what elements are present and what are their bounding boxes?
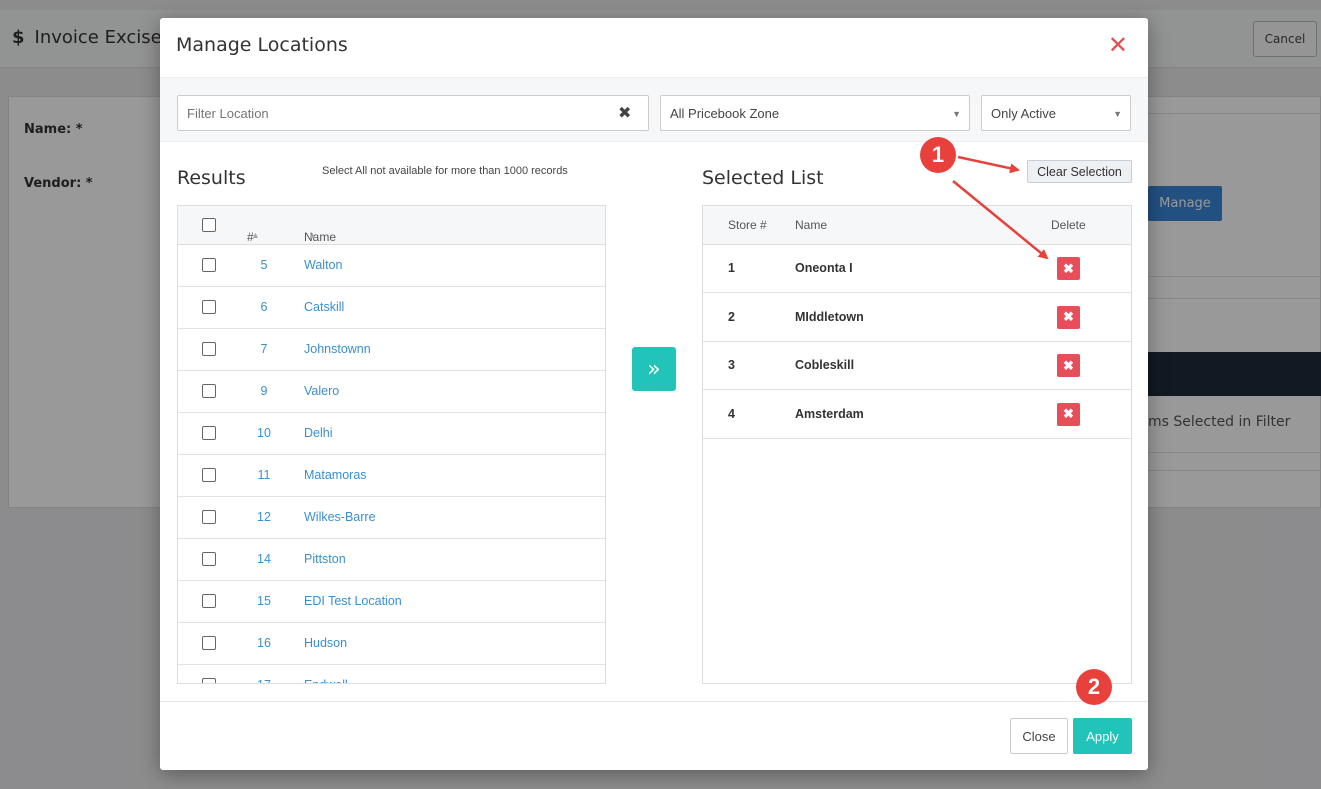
apply-button[interactable]: Apply bbox=[1073, 718, 1132, 754]
sort-icon: ▲︎ bbox=[308, 230, 317, 240]
delete-button[interactable]: ✖ bbox=[1057, 305, 1080, 329]
caret-down-icon: ▼ bbox=[952, 109, 961, 119]
table-row[interactable]: 15 EDI Test Location bbox=[178, 581, 605, 623]
results-table: # ▲︎ Name ▲︎ 5 Walton 6 Catskill 7 Johnstownn 9 V… bbox=[177, 205, 606, 684]
store-name: MIddletown bbox=[795, 309, 864, 324]
table-row[interactable]: 6 Catskill bbox=[178, 287, 605, 329]
annotation-badge-1: 1 bbox=[920, 137, 956, 173]
pricebook-zone-select[interactable]: All Pricebook Zone ▼ bbox=[660, 95, 970, 131]
clear-selection-button[interactable]: Clear Selection bbox=[1027, 160, 1132, 183]
location-name-link[interactable]: Johnstownn bbox=[304, 342, 371, 356]
row-checkbox[interactable] bbox=[202, 258, 216, 272]
location-number[interactable]: 5 bbox=[236, 258, 292, 272]
location-number[interactable]: 9 bbox=[236, 384, 292, 398]
close-icon: ✖ bbox=[1063, 260, 1074, 276]
table-row[interactable]: 11 Matamoras bbox=[178, 455, 605, 497]
sort-icon: ▲︎ bbox=[251, 230, 260, 240]
location-number[interactable]: 6 bbox=[236, 300, 292, 314]
close-button[interactable]: Close bbox=[1010, 718, 1068, 754]
location-name-link[interactable]: Wilkes-Barre bbox=[304, 510, 376, 524]
store-number: 2 bbox=[728, 309, 735, 324]
location-number[interactable]: 16 bbox=[236, 636, 292, 650]
table-row[interactable]: 9 Valero bbox=[178, 371, 605, 413]
column-header-name: Name bbox=[795, 218, 828, 232]
table-row[interactable]: 12 Wilkes-Barre bbox=[178, 497, 605, 539]
table-row: 3 Cobleskill ✖ bbox=[703, 342, 1131, 390]
close-icon: ✖ bbox=[1063, 309, 1074, 324]
annotation-badge-2: 2 bbox=[1076, 669, 1112, 705]
location-name-link[interactable]: Catskill bbox=[304, 300, 344, 314]
table-row: 4 Amsterdam ✖ bbox=[703, 391, 1131, 439]
location-name-link[interactable]: Endwell bbox=[304, 678, 348, 683]
manage-locations-modal: Manage Locations ✕ ✖ All Pricebook Zone … bbox=[160, 18, 1148, 770]
location-name-link[interactable]: Matamoras bbox=[304, 468, 367, 482]
location-number[interactable]: 15 bbox=[236, 594, 292, 608]
location-name-link[interactable]: Delhi bbox=[304, 426, 333, 440]
row-checkbox[interactable] bbox=[202, 426, 216, 440]
results-title: Results bbox=[177, 167, 246, 189]
row-checkbox[interactable] bbox=[202, 636, 216, 650]
row-checkbox[interactable] bbox=[202, 300, 216, 314]
location-name-link[interactable]: EDI Test Location bbox=[304, 594, 402, 608]
location-number[interactable]: 7 bbox=[236, 342, 292, 356]
column-header-delete: Delete bbox=[1051, 218, 1086, 232]
row-checkbox[interactable] bbox=[202, 510, 216, 524]
select-all-checkbox[interactable] bbox=[202, 218, 216, 232]
move-to-selected-button[interactable]: » bbox=[632, 347, 676, 391]
results-table-header: # ▲︎ Name ▲︎ bbox=[178, 206, 605, 245]
clear-filter-icon[interactable]: ✖ bbox=[618, 103, 631, 122]
table-row[interactable]: 7 Johnstownn bbox=[178, 329, 605, 371]
table-row[interactable]: 14 Pittston bbox=[178, 539, 605, 581]
selected-table-header: Store # Name Delete bbox=[703, 206, 1131, 245]
location-name-link[interactable]: Valero bbox=[304, 384, 339, 398]
table-row[interactable]: 10 Delhi bbox=[178, 413, 605, 455]
store-name: Amsterdam bbox=[795, 406, 864, 421]
store-number: 4 bbox=[728, 406, 735, 421]
table-row: 1 Oneonta I ✖ bbox=[703, 245, 1131, 293]
location-number[interactable]: 14 bbox=[236, 552, 292, 566]
table-row: 2 MIddletown ✖ bbox=[703, 294, 1131, 342]
modal-title: Manage Locations bbox=[176, 34, 348, 56]
table-row[interactable]: 5 Walton bbox=[178, 245, 605, 287]
location-name-link[interactable]: Hudson bbox=[304, 636, 347, 650]
footer-divider bbox=[160, 701, 1148, 702]
close-icon: ✖ bbox=[1063, 406, 1074, 421]
location-number[interactable]: 10 bbox=[236, 426, 292, 440]
store-name: Oneonta I bbox=[795, 261, 853, 275]
location-name-link[interactable]: Walton bbox=[304, 258, 342, 272]
location-number[interactable]: 12 bbox=[236, 510, 292, 524]
location-number[interactable]: 11 bbox=[236, 468, 292, 482]
filter-bar: ✖ All Pricebook Zone ▼ Only Active ▼ bbox=[160, 77, 1148, 142]
caret-down-icon: ▼ bbox=[1113, 109, 1122, 119]
row-checkbox[interactable] bbox=[202, 342, 216, 356]
close-icon: ✖ bbox=[1063, 357, 1074, 373]
row-checkbox[interactable] bbox=[202, 678, 216, 683]
column-header-store: Store # bbox=[728, 218, 767, 232]
selected-list-title: Selected List bbox=[702, 167, 824, 189]
delete-button[interactable]: ✖ bbox=[1057, 354, 1080, 377]
table-row[interactable]: 16 Hudson bbox=[178, 623, 605, 665]
location-name-link[interactable]: Pittston bbox=[304, 552, 346, 566]
selected-table: Store # Name Delete 1 Oneonta I ✖ 2 MIddleto… bbox=[702, 205, 1132, 684]
store-name: Cobleskill bbox=[795, 358, 855, 372]
location-number[interactable]: 17 bbox=[236, 678, 292, 683]
delete-button[interactable]: ✖ bbox=[1057, 402, 1080, 426]
row-checkbox[interactable] bbox=[202, 594, 216, 608]
store-number: 3 bbox=[728, 358, 735, 372]
row-checkbox[interactable] bbox=[202, 384, 216, 398]
row-checkbox[interactable] bbox=[202, 468, 216, 482]
status-select[interactable]: Only Active ▼ bbox=[981, 95, 1131, 131]
filter-location-input[interactable] bbox=[177, 95, 649, 131]
table-row[interactable]: 17 Endwell bbox=[178, 665, 605, 683]
store-number: 1 bbox=[728, 261, 735, 275]
delete-button[interactable]: ✖ bbox=[1057, 257, 1080, 280]
row-checkbox[interactable] bbox=[202, 552, 216, 566]
close-icon[interactable]: ✕ bbox=[1108, 32, 1128, 58]
select-all-note: Select All not available for more than 1… bbox=[322, 165, 568, 177]
